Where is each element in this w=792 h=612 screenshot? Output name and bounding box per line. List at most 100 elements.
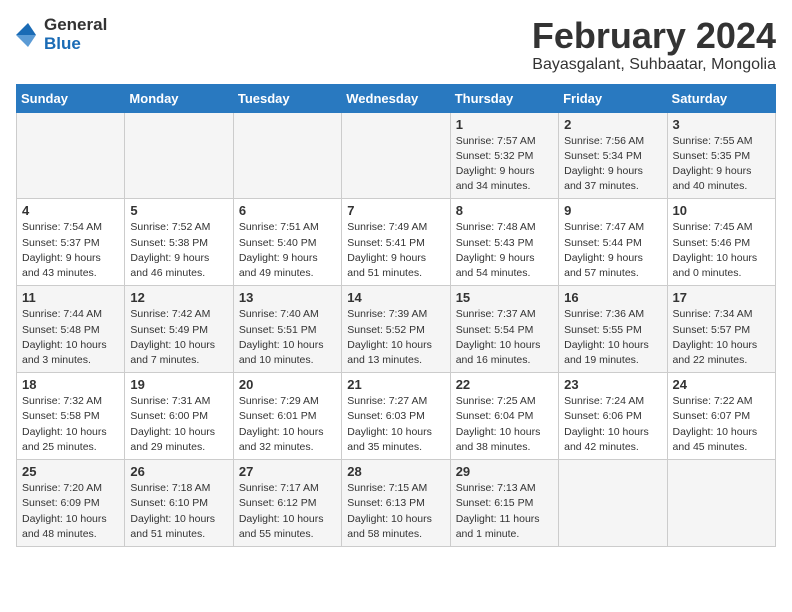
calendar-cell: 22 Sunrise: 7:25 AMSunset: 6:04 PMDayligh…: [450, 373, 558, 460]
day-number: 15: [456, 290, 553, 305]
day-number: 25: [22, 464, 119, 479]
day-info: Sunrise: 7:32 AMSunset: 5:58 PMDaylight:…: [22, 394, 119, 455]
day-info: Sunrise: 7:22 AMSunset: 6:07 PMDaylight:…: [673, 394, 770, 455]
calendar-cell: 19 Sunrise: 7:31 AMSunset: 6:00 PMDayligh…: [125, 373, 233, 460]
calendar-subtitle: Bayasgalant, Suhbaatar, Mongolia: [532, 56, 776, 74]
logo-general-text: General: [44, 16, 107, 35]
day-number: 6: [239, 203, 336, 218]
day-info: Sunrise: 7:57 AMSunset: 5:32 PMDaylight:…: [456, 134, 553, 195]
day-number: 21: [347, 377, 444, 392]
column-header-friday: Friday: [559, 84, 667, 112]
header-row: SundayMondayTuesdayWednesdayThursdayFrid…: [17, 84, 776, 112]
day-number: 16: [564, 290, 661, 305]
calendar-cell: 21 Sunrise: 7:27 AMSunset: 6:03 PMDayligh…: [342, 373, 450, 460]
calendar-cell: [17, 112, 125, 199]
title-area: February 2024 Bayasgalant, Suhbaatar, Mo…: [532, 16, 776, 74]
week-row-2: 4 Sunrise: 7:54 AMSunset: 5:37 PMDaylight…: [17, 199, 776, 286]
day-number: 2: [564, 117, 661, 132]
day-info: Sunrise: 7:44 AMSunset: 5:48 PMDaylight:…: [22, 307, 119, 368]
calendar-cell: 28 Sunrise: 7:15 AMSunset: 6:13 PMDayligh…: [342, 460, 450, 547]
day-info: Sunrise: 7:13 AMSunset: 6:15 PMDaylight:…: [456, 481, 553, 542]
calendar-cell: [342, 112, 450, 199]
day-number: 23: [564, 377, 661, 392]
day-number: 1: [456, 117, 553, 132]
day-number: 27: [239, 464, 336, 479]
day-number: 10: [673, 203, 770, 218]
day-number: 19: [130, 377, 227, 392]
calendar-cell: 25 Sunrise: 7:20 AMSunset: 6:09 PMDayligh…: [17, 460, 125, 547]
day-info: Sunrise: 7:34 AMSunset: 5:57 PMDaylight:…: [673, 307, 770, 368]
calendar-cell: 13 Sunrise: 7:40 AMSunset: 5:51 PMDayligh…: [233, 286, 341, 373]
header: GeneralBlue February 2024 Bayasgalant, S…: [16, 16, 776, 74]
day-info: Sunrise: 7:27 AMSunset: 6:03 PMDaylight:…: [347, 394, 444, 455]
day-number: 9: [564, 203, 661, 218]
calendar-cell: 2 Sunrise: 7:56 AMSunset: 5:34 PMDaylight…: [559, 112, 667, 199]
calendar-cell: 24 Sunrise: 7:22 AMSunset: 6:07 PMDayligh…: [667, 373, 775, 460]
logo-bird-icon: [16, 21, 36, 49]
calendar-cell: 5 Sunrise: 7:52 AMSunset: 5:38 PMDaylight…: [125, 199, 233, 286]
day-number: 22: [456, 377, 553, 392]
calendar-cell: [125, 112, 233, 199]
day-info: Sunrise: 7:18 AMSunset: 6:10 PMDaylight:…: [130, 481, 227, 542]
calendar-cell: 3 Sunrise: 7:55 AMSunset: 5:35 PMDaylight…: [667, 112, 775, 199]
calendar-cell: 14 Sunrise: 7:39 AMSunset: 5:52 PMDayligh…: [342, 286, 450, 373]
day-number: 4: [22, 203, 119, 218]
day-info: Sunrise: 7:54 AMSunset: 5:37 PMDaylight:…: [22, 220, 119, 281]
day-info: Sunrise: 7:37 AMSunset: 5:54 PMDaylight:…: [456, 307, 553, 368]
day-info: Sunrise: 7:51 AMSunset: 5:40 PMDaylight:…: [239, 220, 336, 281]
calendar-cell: 29 Sunrise: 7:13 AMSunset: 6:15 PMDayligh…: [450, 460, 558, 547]
day-info: Sunrise: 7:55 AMSunset: 5:35 PMDaylight:…: [673, 134, 770, 195]
day-info: Sunrise: 7:39 AMSunset: 5:52 PMDaylight:…: [347, 307, 444, 368]
calendar-cell: 16 Sunrise: 7:36 AMSunset: 5:55 PMDayligh…: [559, 286, 667, 373]
week-row-1: 1 Sunrise: 7:57 AMSunset: 5:32 PMDaylight…: [17, 112, 776, 199]
week-row-5: 25 Sunrise: 7:20 AMSunset: 6:09 PMDayligh…: [17, 460, 776, 547]
day-number: 5: [130, 203, 227, 218]
day-info: Sunrise: 7:40 AMSunset: 5:51 PMDaylight:…: [239, 307, 336, 368]
day-info: Sunrise: 7:36 AMSunset: 5:55 PMDaylight:…: [564, 307, 661, 368]
column-header-wednesday: Wednesday: [342, 84, 450, 112]
calendar-cell: 23Sunrise: 7:24 AMSunset: 6:06 PMDayligh…: [559, 373, 667, 460]
day-number: 18: [22, 377, 119, 392]
day-info: Sunrise: 7:25 AMSunset: 6:04 PMDaylight:…: [456, 394, 553, 455]
week-row-3: 11 Sunrise: 7:44 AMSunset: 5:48 PMDayligh…: [17, 286, 776, 373]
calendar-cell: 1 Sunrise: 7:57 AMSunset: 5:32 PMDaylight…: [450, 112, 558, 199]
calendar-cell: [233, 112, 341, 199]
column-header-thursday: Thursday: [450, 84, 558, 112]
week-row-4: 18 Sunrise: 7:32 AMSunset: 5:58 PMDayligh…: [17, 373, 776, 460]
calendar-cell: 20Sunrise: 7:29 AMSunset: 6:01 PMDayligh…: [233, 373, 341, 460]
day-info: Sunrise: 7:31 AMSunset: 6:00 PMDaylight:…: [130, 394, 227, 455]
column-header-monday: Monday: [125, 84, 233, 112]
day-number: 26: [130, 464, 227, 479]
calendar-cell: 17 Sunrise: 7:34 AMSunset: 5:57 PMDayligh…: [667, 286, 775, 373]
day-number: 8: [456, 203, 553, 218]
calendar-cell: 27 Sunrise: 7:17 AMSunset: 6:12 PMDayligh…: [233, 460, 341, 547]
day-number: 29: [456, 464, 553, 479]
day-number: 13: [239, 290, 336, 305]
calendar-cell: 15 Sunrise: 7:37 AMSunset: 5:54 PMDayligh…: [450, 286, 558, 373]
day-number: 11: [22, 290, 119, 305]
day-number: 28: [347, 464, 444, 479]
day-number: 12: [130, 290, 227, 305]
day-info: Sunrise: 7:48 AMSunset: 5:43 PMDaylight:…: [456, 220, 553, 281]
day-info: Sunrise: 7:17 AMSunset: 6:12 PMDaylight:…: [239, 481, 336, 542]
day-number: 14: [347, 290, 444, 305]
calendar-cell: 7Sunrise: 7:49 AMSunset: 5:41 PMDaylight…: [342, 199, 450, 286]
day-info: Sunrise: 7:45 AMSunset: 5:46 PMDaylight:…: [673, 220, 770, 281]
logo-blue-text: Blue: [44, 35, 107, 54]
calendar-cell: 18 Sunrise: 7:32 AMSunset: 5:58 PMDayligh…: [17, 373, 125, 460]
day-number: 24: [673, 377, 770, 392]
day-info: Sunrise: 7:42 AMSunset: 5:49 PMDaylight:…: [130, 307, 227, 368]
day-number: 3: [673, 117, 770, 132]
day-info: Sunrise: 7:20 AMSunset: 6:09 PMDaylight:…: [22, 481, 119, 542]
logo: GeneralBlue: [16, 16, 107, 53]
day-info: Sunrise: 7:52 AMSunset: 5:38 PMDaylight:…: [130, 220, 227, 281]
day-info: Sunrise: 7:15 AMSunset: 6:13 PMDaylight:…: [347, 481, 444, 542]
day-info: Sunrise: 7:29 AMSunset: 6:01 PMDaylight:…: [239, 394, 336, 455]
calendar-cell: 4 Sunrise: 7:54 AMSunset: 5:37 PMDaylight…: [17, 199, 125, 286]
column-header-sunday: Sunday: [17, 84, 125, 112]
day-number: 17: [673, 290, 770, 305]
calendar-cell: 11 Sunrise: 7:44 AMSunset: 5:48 PMDayligh…: [17, 286, 125, 373]
day-info: Sunrise: 7:49 AMSunset: 5:41 PMDaylight:…: [347, 220, 444, 281]
calendar-cell: 26 Sunrise: 7:18 AMSunset: 6:10 PMDayligh…: [125, 460, 233, 547]
day-info: Sunrise: 7:56 AMSunset: 5:34 PMDaylight:…: [564, 134, 661, 195]
